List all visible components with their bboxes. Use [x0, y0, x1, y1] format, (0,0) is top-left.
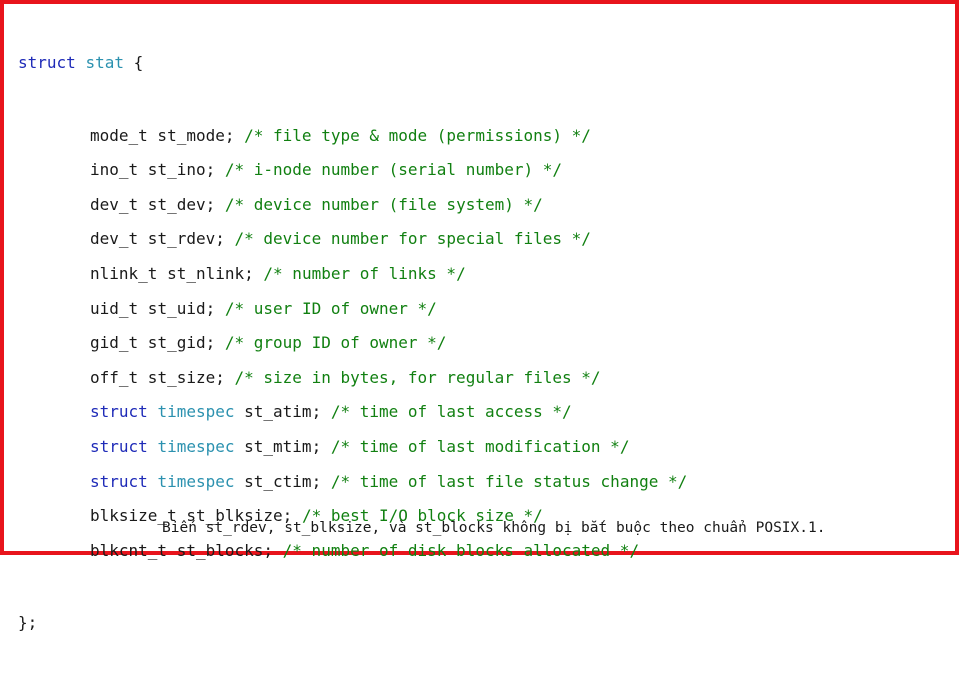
field-decl: st_uid;: [138, 298, 225, 318]
field-type: mode_t: [90, 125, 148, 145]
field-line: dev_t st_dev; /* device number (file sys…: [18, 188, 687, 223]
field-decl: st_ctim;: [234, 471, 331, 491]
struct-header: struct stat {: [18, 46, 687, 81]
field-decl: st_size;: [138, 367, 235, 387]
struct-name: stat: [85, 53, 124, 72]
field-line: nlink_t st_nlink; /* number of links */: [18, 257, 687, 292]
field-comment: /* number of disk blocks allocated */: [282, 540, 640, 560]
field-type: nlink_t: [90, 263, 158, 283]
struct-fields: mode_t st_mode; /* file type & mode (per…: [18, 119, 687, 569]
field-type: dev_t: [90, 194, 139, 214]
field-comment: /* time of last access */: [330, 402, 572, 422]
field-comment: /* size in bytes, for regular files */: [234, 367, 601, 387]
closing-brace: };: [18, 613, 38, 633]
field-decl: st_mode;: [147, 125, 245, 145]
field-struct-keyword: struct: [90, 402, 158, 422]
field-decl: st_rdev;: [138, 229, 235, 249]
field-type: off_t: [90, 367, 139, 387]
field-decl: st_dev;: [138, 194, 225, 214]
field-decl: st_blocks;: [167, 540, 283, 560]
field-line: gid_t st_gid; /* group ID of owner */: [18, 326, 687, 361]
field-line: struct timespec st_mtim; /* time of last…: [18, 430, 687, 465]
field-decl: st_mtim;: [234, 436, 331, 456]
struct-keyword: struct: [18, 53, 76, 72]
open-brace: {: [123, 53, 144, 72]
posix-note: Biến st_rdev, st_blksize, và st_blocks k…: [162, 520, 826, 536]
field-type: ino_t: [90, 160, 139, 180]
field-type: dev_t: [90, 229, 139, 249]
field-line: dev_t st_rdev; /* device number for spec…: [18, 222, 687, 257]
field-struct-keyword: struct: [90, 436, 158, 456]
field-type: uid_t: [90, 298, 139, 318]
field-type: gid_t: [90, 333, 139, 353]
code-block: struct stat { mode_t st_mode; /* file ty…: [18, 8, 687, 679]
field-line: struct timespec st_ctim; /* time of last…: [18, 465, 687, 500]
field-type: blkcnt_t: [90, 540, 168, 560]
field-line: blkcnt_t st_blocks; /* number of disk bl…: [18, 534, 687, 569]
field-type: timespec: [157, 402, 235, 422]
field-line: struct timespec st_atim; /* time of last…: [18, 395, 687, 430]
field-type: timespec: [157, 471, 235, 491]
field-struct-keyword: struct: [90, 471, 158, 491]
field-line: mode_t st_mode; /* file type & mode (per…: [18, 119, 687, 154]
field-comment: /* i-node number (serial number) */: [224, 160, 563, 180]
field-comment: /* user ID of owner */: [224, 298, 437, 318]
field-type: timespec: [157, 436, 235, 456]
field-decl: st_atim;: [234, 402, 331, 422]
field-comment: /* device number (file system) */: [224, 194, 543, 214]
field-comment: /* time of last modification */: [330, 436, 630, 456]
field-comment: /* file type & mode (permissions) */: [244, 125, 591, 145]
field-comment: /* group ID of owner */: [224, 333, 447, 353]
field-line: uid_t st_uid; /* user ID of owner */: [18, 292, 687, 327]
field-decl: st_ino;: [138, 160, 225, 180]
code-frame: struct stat { mode_t st_mode; /* file ty…: [0, 0, 959, 632]
field-comment: /* time of last file status change */: [330, 471, 688, 491]
field-decl: st_gid;: [138, 333, 225, 353]
field-decl: st_nlink;: [157, 263, 264, 283]
field-line: off_t st_size; /* size in bytes, for reg…: [18, 361, 687, 396]
field-line: ino_t st_ino; /* i-node number (serial n…: [18, 153, 687, 188]
field-comment: /* device number for special files */: [234, 229, 591, 249]
field-comment: /* number of links */: [263, 263, 466, 283]
